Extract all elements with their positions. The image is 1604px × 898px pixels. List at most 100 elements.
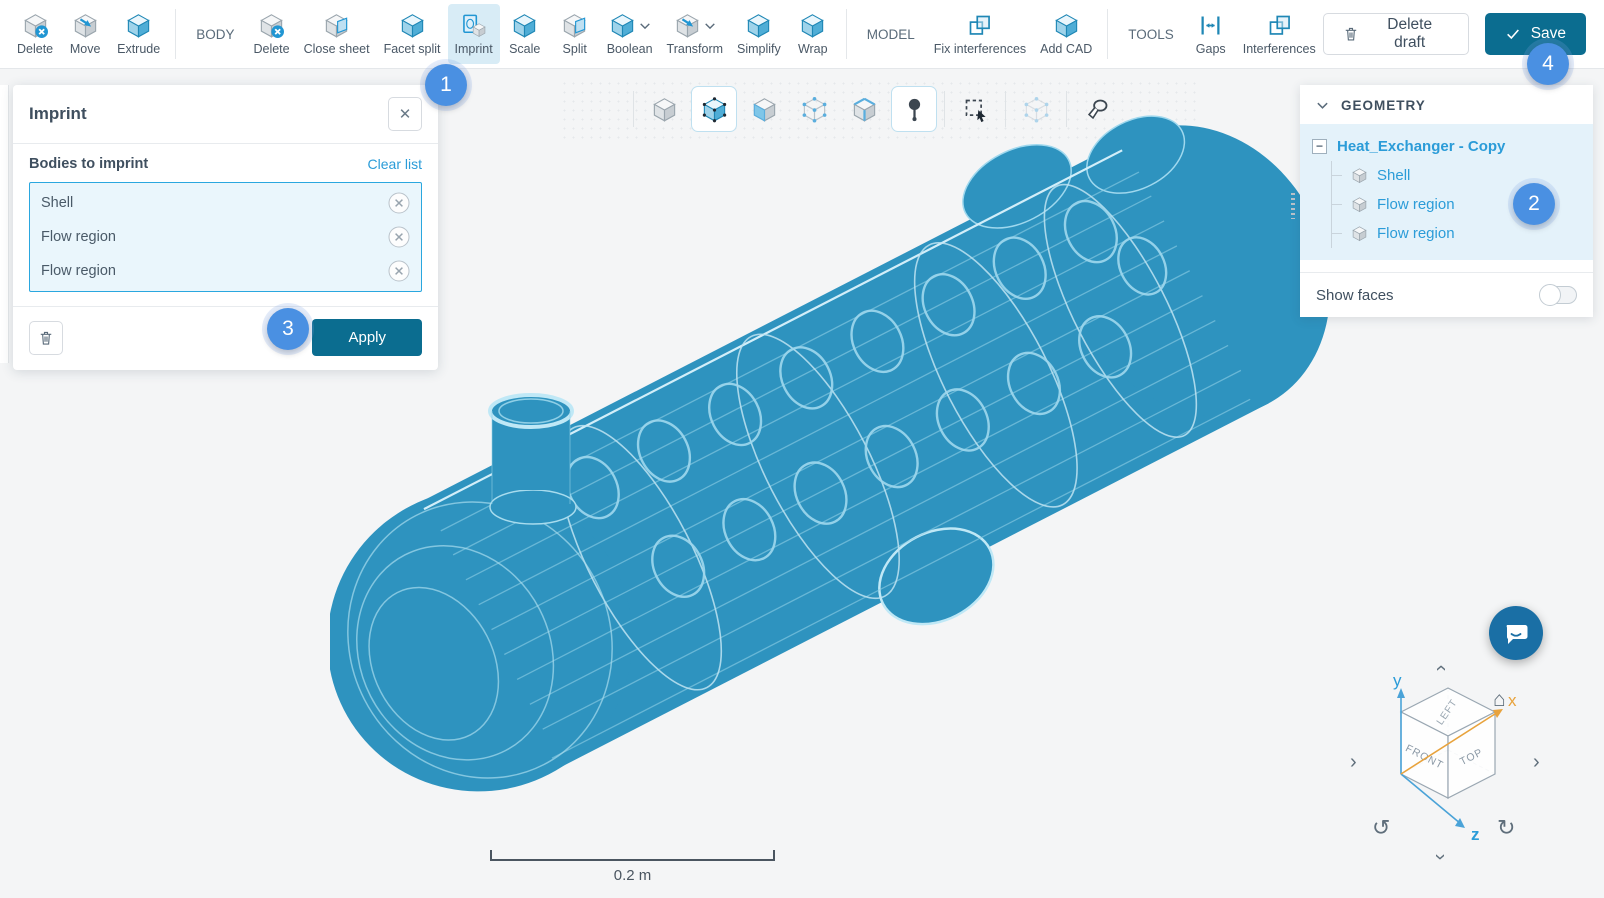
show-faces-row: Show faces <box>1300 272 1593 317</box>
navcube-x-axis-label: x <box>1508 691 1517 710</box>
clear-list-link[interactable]: Clear list <box>368 156 422 172</box>
transform-handles-button[interactable] <box>1013 86 1059 132</box>
remove-body-button[interactable] <box>388 260 410 282</box>
navcube-z-axis-label: z <box>1471 825 1480 844</box>
toolbar-move-button[interactable]: Move <box>60 4 110 64</box>
transform-cube-icon <box>1023 96 1050 123</box>
toolbar-add-cad-button[interactable]: Add CAD <box>1033 4 1099 64</box>
imprint-dialog-footer: Apply <box>13 306 438 370</box>
imprint-delete-operation-button[interactable] <box>29 321 63 355</box>
bodies-listbox[interactable]: Shell Flow region Flow region <box>29 182 422 292</box>
toolbar-interferences-button[interactable]: Interferences <box>1236 4 1323 64</box>
divider <box>633 91 634 127</box>
heat-exchanger-model[interactable] <box>330 80 1470 880</box>
tree-root-heat-exchanger[interactable]: − Heat_Exchanger - Copy <box>1300 132 1593 161</box>
toolbar-boolean-button[interactable]: Boolean <box>600 4 660 64</box>
toolbar-close-sheet-button[interactable]: Close sheet <box>297 4 377 64</box>
imprint-dialog-body: Bodies to imprint Clear list Shell Flow … <box>13 144 438 306</box>
body-list-item[interactable]: Shell <box>30 186 421 220</box>
select-volumes-button[interactable] <box>691 86 737 132</box>
select-points-button[interactable] <box>791 86 837 132</box>
face-cube-icon <box>751 96 778 123</box>
remove-body-button[interactable] <box>388 192 410 214</box>
tree-connector <box>1332 233 1342 234</box>
split-icon <box>561 12 588 39</box>
divider <box>1005 91 1006 127</box>
tree-item-flow-region[interactable]: Flow region <box>1332 219 1593 248</box>
app-window: 0.2 m FRONT TOP LEFT y <box>0 0 1604 898</box>
inlet-nozzle <box>490 395 576 524</box>
body-cube-icon <box>1351 196 1368 213</box>
toolbar-wrap-button[interactable]: Wrap <box>788 4 838 64</box>
edges-cube-icon <box>851 96 878 123</box>
toolbar-body-delete-button[interactable]: Delete <box>246 4 296 64</box>
viewport-selection-toolbar <box>628 86 1122 132</box>
imprint-close-button[interactable]: ✕ <box>388 97 422 131</box>
chevron-down-icon <box>639 20 651 32</box>
select-bodies-button[interactable] <box>641 86 687 132</box>
trash-icon <box>1342 25 1360 43</box>
toolbar-extrude-button[interactable]: Extrude <box>110 4 167 64</box>
rotate-right-chevron[interactable]: › <box>1533 752 1540 772</box>
rotate-down-chevron[interactable]: › <box>1430 854 1450 861</box>
chat-support-button[interactable] <box>1489 606 1543 660</box>
toolbar-facet-split-button[interactable]: Facet split <box>377 4 448 64</box>
toolbar-gaps-button[interactable]: Gaps <box>1186 4 1236 64</box>
close-sheet-icon <box>323 12 350 39</box>
annotation-badge-3: 3 <box>267 308 309 350</box>
show-faces-label: Show faces <box>1316 287 1394 304</box>
rotate-up-chevron[interactable]: › <box>1430 665 1450 672</box>
delete-cube-icon <box>258 12 285 39</box>
toolbar-fix-interferences-button[interactable]: Fix interferences <box>927 4 1033 64</box>
box-select-button[interactable] <box>952 86 998 132</box>
roll-ccw-icon[interactable]: ↺ <box>1372 817 1390 839</box>
volume-cube-icon <box>701 96 728 123</box>
show-faces-toggle[interactable] <box>1541 286 1577 304</box>
check-icon <box>1505 26 1521 42</box>
toolbar-group-model-label: MODEL <box>867 27 915 42</box>
measure-button[interactable] <box>1074 86 1120 132</box>
toolbar-imprint-button[interactable]: Imprint <box>448 4 500 64</box>
top-toolbar: Delete Move Extrude BODY Delete Close sh… <box>0 0 1604 69</box>
chevron-down-icon <box>1316 99 1329 112</box>
select-edges-button[interactable] <box>841 86 887 132</box>
remove-body-button[interactable] <box>388 226 410 248</box>
probe-pin-icon <box>901 96 928 123</box>
body-list-item[interactable]: Flow region <box>30 220 421 254</box>
toolbar-delete-button[interactable]: Delete <box>10 4 60 64</box>
toolbar-scale-button[interactable]: Scale <box>500 4 550 64</box>
scale-bar <box>490 852 775 861</box>
tree-connector <box>1332 175 1342 176</box>
geometry-panel-resize-handle[interactable] <box>1291 193 1295 219</box>
collapse-toggle[interactable]: − <box>1312 139 1327 154</box>
left-panel-collapsed-strip[interactable] <box>0 85 9 363</box>
imprint-dialog: Imprint ✕ Bodies to imprint Clear list S… <box>13 85 438 370</box>
divider <box>944 91 945 127</box>
rotate-left-chevron[interactable]: › <box>1350 752 1357 772</box>
wrap-cube-icon <box>799 12 826 39</box>
toolbar-divider <box>846 9 847 59</box>
tree-connector <box>1332 204 1342 205</box>
body-list-item[interactable]: Flow region <box>30 254 421 288</box>
toolbar-split-button[interactable]: Split <box>550 4 600 64</box>
tree-item-shell[interactable]: Shell <box>1332 161 1593 190</box>
toolbar-transform-button[interactable]: Transform <box>660 4 730 64</box>
apply-button[interactable]: Apply <box>312 319 422 356</box>
toggle-knob <box>1539 284 1561 306</box>
delete-draft-button[interactable]: Delete draft <box>1323 13 1469 55</box>
select-faces-button[interactable] <box>741 86 787 132</box>
imprint-dialog-header: Imprint ✕ <box>13 85 438 144</box>
chevron-down-icon <box>704 20 716 32</box>
scale-cube-icon <box>511 12 538 39</box>
geometry-panel-header[interactable]: GEOMETRY <box>1300 85 1593 124</box>
body-cube-icon <box>651 96 678 123</box>
toolbar-simplify-button[interactable]: Simplify <box>730 4 788 64</box>
probe-point-button[interactable] <box>891 86 937 132</box>
roll-cw-icon[interactable]: ↻ <box>1497 817 1515 839</box>
gaps-icon <box>1197 12 1224 39</box>
scale-bar-label: 0.2 m <box>490 867 775 884</box>
toolbar-group-body-label: BODY <box>196 27 234 42</box>
circle-x-icon <box>388 192 410 214</box>
home-view-icon[interactable]: ⌂ <box>1493 689 1506 710</box>
body-cube-icon <box>1351 167 1368 184</box>
